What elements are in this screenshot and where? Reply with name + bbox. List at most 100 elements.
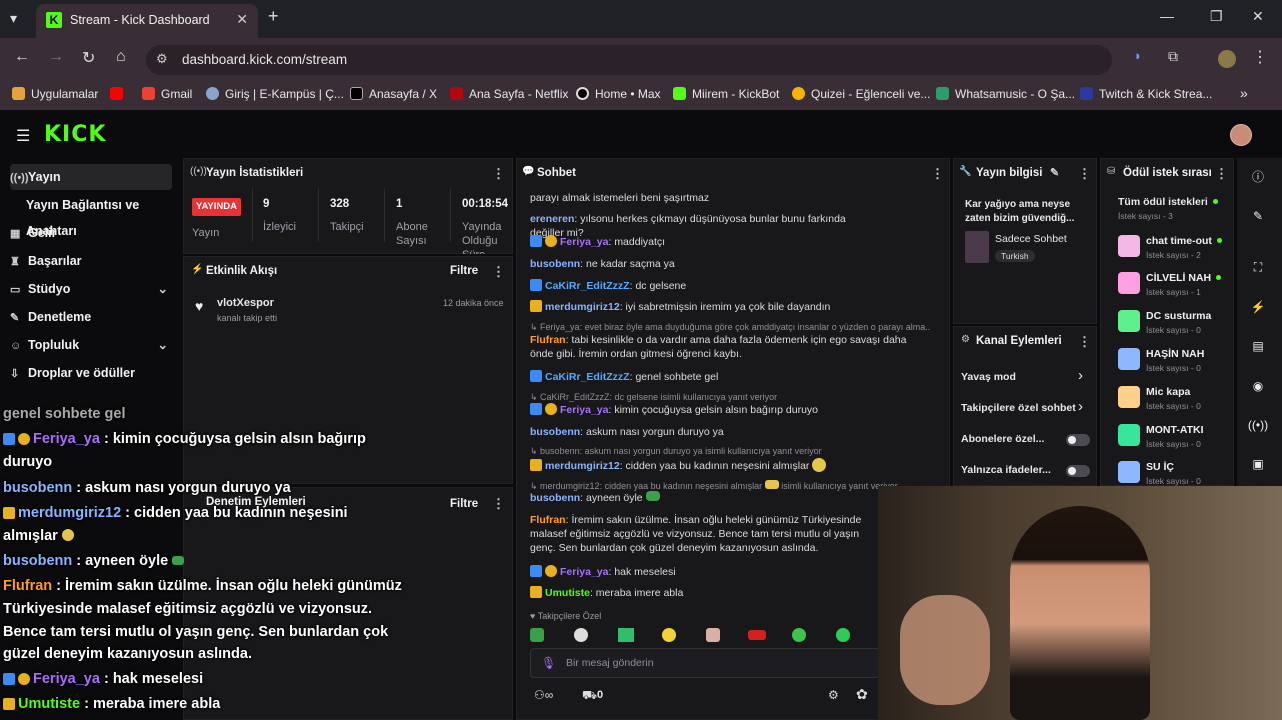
category-thumbnail[interactable] bbox=[965, 231, 989, 263]
all-rewards-label[interactable]: Tüm ödül istekleri bbox=[1118, 196, 1218, 208]
layout-icon[interactable]: ▣ bbox=[1246, 453, 1270, 475]
chat-emote-icon[interactable]: ✿ bbox=[856, 686, 868, 703]
bookmark-quizei[interactable]: Quizei - Eğlenceli ve... bbox=[792, 87, 930, 101]
emote-icon[interactable] bbox=[836, 628, 850, 642]
chat-username[interactable]: busobenn bbox=[530, 492, 580, 504]
channel-actions-more-icon[interactable]: ⋮ bbox=[1078, 334, 1091, 350]
browser-tab[interactable]: K Stream - Kick Dashboard ✕ bbox=[36, 4, 258, 38]
emote-icon[interactable] bbox=[792, 628, 806, 642]
bookmark-ekampus[interactable]: Giriş | E-Kampüs | Ç... bbox=[206, 87, 344, 101]
sidebar-item-yayin[interactable]: ((•))Yayın bbox=[10, 164, 172, 190]
emote-icon[interactable] bbox=[662, 628, 676, 642]
chat-input[interactable]: 🎙 Bir mesaj gönderin bbox=[530, 648, 880, 678]
kick-logo[interactable]: KICK bbox=[44, 122, 106, 147]
bookmark-streamtools[interactable]: Twitch & Kick Strea... bbox=[1080, 87, 1212, 101]
chevron-right-icon[interactable]: › bbox=[1078, 398, 1083, 415]
language-tag[interactable]: Turkish bbox=[995, 250, 1035, 262]
reward-queue-more-icon[interactable]: ⋮ bbox=[1215, 166, 1228, 182]
emote-icon[interactable] bbox=[574, 628, 588, 642]
chat-settings-icon[interactable]: ⚙ bbox=[828, 688, 839, 702]
x-icon bbox=[350, 87, 363, 100]
followers-only-chat-label[interactable]: Takipçilere özel sohbet bbox=[961, 402, 1076, 414]
forward-icon[interactable]: → bbox=[48, 48, 64, 66]
chat-users-icon[interactable]: ⚇∞ bbox=[534, 688, 553, 702]
extensions-puzzle-icon[interactable]: ⧉ bbox=[1168, 48, 1178, 65]
sidebar-item-stream-key[interactable]: Yayın Bağlantısı ve Anahtarı bbox=[26, 192, 188, 238]
info-icon[interactable]: ⓘ bbox=[1246, 166, 1270, 188]
bookmark-whatsamusic[interactable]: Whatsamusic - O Şa... bbox=[936, 87, 1075, 101]
maximize-icon[interactable]: ❐ bbox=[1210, 8, 1223, 25]
subs-only-toggle[interactable] bbox=[1066, 434, 1090, 446]
lightning-icon[interactable]: ⚡ bbox=[1246, 296, 1270, 318]
slow-mode-label[interactable]: Yavaş mod bbox=[961, 371, 1016, 383]
sidebar-item-droplar[interactable]: ⇩ Droplar ve ödüller bbox=[10, 360, 172, 386]
bookmark-apps[interactable]: Uygulamalar bbox=[12, 87, 98, 101]
stats-more-icon[interactable]: ⋮ bbox=[492, 166, 505, 182]
close-tab-icon[interactable]: ✕ bbox=[236, 11, 248, 28]
chat-icon[interactable]: ◉ bbox=[1246, 375, 1270, 397]
chat-username[interactable]: Feriya_ya bbox=[560, 566, 608, 578]
emotes-only-toggle[interactable] bbox=[1066, 465, 1090, 477]
sub-badge-icon bbox=[18, 433, 30, 445]
chat-username[interactable]: merdumgiriz12 bbox=[545, 460, 620, 472]
tab-search-icon[interactable]: ▾ bbox=[10, 10, 17, 27]
new-tab-icon[interactable]: + bbox=[268, 6, 279, 27]
site-info-icon[interactable]: ⚙ bbox=[156, 51, 168, 67]
moderation-filter-button[interactable]: Filtre bbox=[450, 498, 478, 510]
points-icon[interactable]: ⛟ bbox=[582, 688, 597, 704]
broadcast-icon[interactable]: ((•)) bbox=[1246, 414, 1270, 436]
activity-user[interactable]: vlotXespor bbox=[217, 297, 274, 309]
mic-icon[interactable]: 🎙 bbox=[541, 656, 556, 670]
bookmark-kickbot[interactable]: Miirem - KickBot bbox=[673, 87, 779, 101]
menu-icon[interactable]: ⋮ bbox=[1252, 47, 1268, 67]
emote-icon[interactable] bbox=[530, 628, 544, 642]
back-icon[interactable]: ← bbox=[14, 48, 30, 66]
chat-username[interactable]: Feriya_ya bbox=[560, 404, 608, 416]
chat-username[interactable]: busobenn bbox=[530, 258, 580, 270]
user-avatar[interactable] bbox=[1230, 124, 1252, 146]
chat-username[interactable]: Feriya_ya bbox=[560, 236, 608, 248]
window-close-icon[interactable]: ✕ bbox=[1252, 8, 1264, 25]
chat-username[interactable]: CaKiRr_EditZzzZ bbox=[545, 371, 630, 383]
minimize-icon[interactable]: — bbox=[1160, 8, 1174, 24]
bookmark-gmail[interactable]: Gmail bbox=[142, 87, 192, 101]
sidebar-item-basarilar[interactable]: ♜ Başarılar bbox=[10, 248, 172, 274]
chevron-right-icon[interactable]: › bbox=[1078, 367, 1083, 384]
sidebar-item-topluluk[interactable]: ☺ Topluluk ⌄ bbox=[10, 332, 172, 358]
bookmark-netflix[interactable]: Ana Sayfa - Netflix bbox=[450, 87, 568, 101]
bookmark-youtube[interactable] bbox=[110, 87, 129, 101]
focus-icon[interactable]: ⛶ bbox=[1246, 256, 1270, 278]
chat-more-icon[interactable]: ⋮ bbox=[931, 166, 944, 182]
edit-pencil-icon[interactable]: ✎ bbox=[1050, 166, 1059, 179]
home-icon[interactable]: ⌂ bbox=[116, 48, 126, 66]
more-bookmarks-icon[interactable]: » bbox=[1240, 85, 1248, 101]
chat-username[interactable]: busobenn bbox=[530, 426, 580, 438]
category-name[interactable]: Sadece Sohbet bbox=[995, 233, 1067, 245]
sidebar-item-gelir[interactable]: ▦ Gelir bbox=[10, 220, 172, 246]
chat-username[interactable]: merdumgiriz12 bbox=[545, 301, 620, 313]
activity-filter-button[interactable]: Filtre bbox=[450, 265, 478, 277]
chat-username[interactable]: CaKiRr_EditZzzZ bbox=[545, 280, 630, 292]
reload-icon[interactable]: ↻ bbox=[82, 48, 95, 68]
sidebar-item-denetleme[interactable]: ✎ Denetleme bbox=[10, 304, 172, 330]
profile-icon[interactable]: . bbox=[1218, 50, 1236, 68]
chat-username[interactable]: Flufran bbox=[530, 514, 566, 526]
emote-icon[interactable] bbox=[748, 630, 766, 640]
reward-type-icon bbox=[1118, 348, 1140, 370]
chat-username[interactable]: Flufran bbox=[530, 334, 566, 346]
hamburger-menu-icon[interactable]: ☰ bbox=[16, 126, 30, 146]
emote-icon[interactable] bbox=[618, 628, 634, 642]
document-icon[interactable]: ▤ bbox=[1246, 335, 1270, 357]
bookmark-x[interactable]: Anasayfa / X bbox=[350, 87, 437, 101]
moderation-more-icon[interactable]: ⋮ bbox=[492, 496, 505, 512]
extension-icon[interactable]: ◗ bbox=[1134, 48, 1142, 63]
stream-info-more-icon[interactable]: ⋮ bbox=[1078, 166, 1091, 182]
chat-username[interactable]: ereneren bbox=[530, 213, 574, 225]
omnibox[interactable]: ⚙ dashboard.kick.com/stream bbox=[146, 45, 1112, 75]
sidebar-item-studyo[interactable]: ▭ Stüdyo ⌄ bbox=[10, 276, 172, 302]
emote-icon[interactable] bbox=[706, 628, 720, 642]
activity-more-icon[interactable]: ⋮ bbox=[492, 264, 505, 280]
edit-icon[interactable]: ✎ bbox=[1246, 205, 1270, 227]
bookmark-max[interactable]: Home • Max bbox=[576, 87, 661, 101]
chat-username[interactable]: Umutiste bbox=[545, 587, 590, 599]
